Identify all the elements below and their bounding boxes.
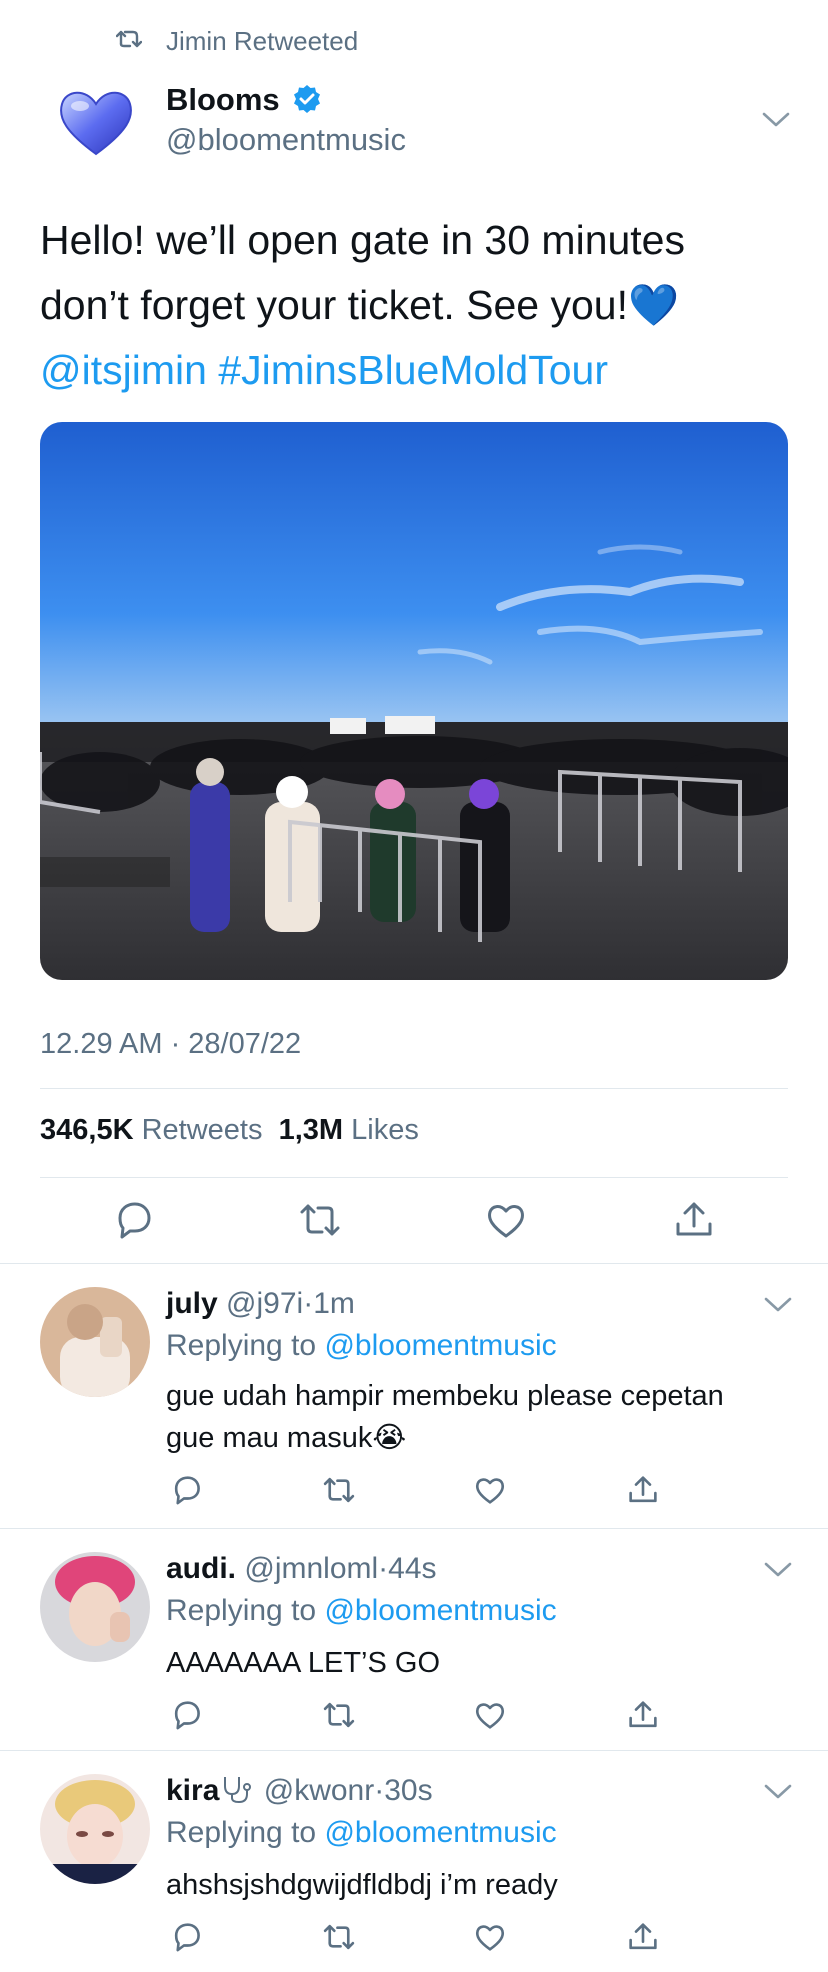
like-icon[interactable] xyxy=(473,1920,507,1954)
author-handle[interactable]: @bloomentmusic xyxy=(166,122,406,158)
reply-author-name: kira xyxy=(166,1774,220,1807)
reply-time: 44s xyxy=(388,1552,437,1585)
hashtag-link[interactable]: #JiminsBlueMoldTour xyxy=(218,347,608,393)
reply-tweet[interactable]: audi. @jmnloml·44s Replying to @blooment… xyxy=(0,1528,828,1750)
retweet-icon[interactable] xyxy=(298,1198,342,1242)
retweets-label: Retweets xyxy=(141,1114,263,1146)
stats-retweets[interactable]: 346,5K Retweets xyxy=(40,1114,262,1146)
divider xyxy=(40,1177,788,1178)
retweets-count: 346,5K xyxy=(40,1114,134,1146)
like-icon[interactable] xyxy=(473,1698,507,1732)
reply-author-handle: @kwonr xyxy=(263,1774,375,1807)
chevron-down-icon[interactable] xyxy=(762,112,790,128)
reply-text: gue udah hampir membeku please cepetan g… xyxy=(166,1380,724,1454)
reply-tweet[interactable]: july @j97i·1m Replying to @bloomentmusic… xyxy=(0,1263,828,1528)
retweet-icon[interactable] xyxy=(322,1920,356,1954)
reply-author-name: audi. xyxy=(166,1552,237,1585)
share-icon[interactable] xyxy=(672,1198,716,1242)
reply-icon[interactable] xyxy=(170,1473,204,1507)
share-icon[interactable] xyxy=(626,1698,660,1732)
share-icon[interactable] xyxy=(626,1473,660,1507)
replying-to-handle[interactable]: @bloomentmusic xyxy=(324,1816,556,1849)
replying-to-handle[interactable]: @bloomentmusic xyxy=(324,1329,556,1362)
retweet-icon[interactable] xyxy=(322,1473,356,1507)
separator-dot: · xyxy=(303,1287,314,1320)
tweet-text-line-2: don’t forget your ticket. See you! xyxy=(40,282,628,328)
replying-to: Replying to @bloomentmusic xyxy=(166,1816,557,1850)
tweet-text-line-1: Hello! we’ll open gate in 30 minutes xyxy=(40,217,685,263)
avatar[interactable] xyxy=(40,1774,150,1884)
avatar[interactable] xyxy=(40,1552,150,1662)
tweet-stats: 346,5K Retweets 1,3M Likes xyxy=(40,1114,419,1147)
author-name[interactable]: Blooms xyxy=(166,82,280,118)
reply-tweet[interactable]: kira @kwonr·30s Replying to @bloomentmus… xyxy=(0,1750,828,1972)
like-icon[interactable] xyxy=(473,1473,507,1507)
reply-author-line[interactable]: audi. @jmnloml·44s xyxy=(166,1552,437,1586)
replying-to-prefix: Replying to xyxy=(166,1594,317,1627)
reply-author-line[interactable]: july @j97i·1m xyxy=(166,1287,355,1321)
reply-author-handle: @j97i xyxy=(226,1287,304,1320)
reply-time: 30s xyxy=(384,1774,433,1807)
tweet-photo[interactable] xyxy=(40,422,788,980)
replying-to-handle[interactable]: @bloomentmusic xyxy=(324,1594,556,1627)
replying-to-prefix: Replying to xyxy=(166,1329,317,1362)
reply-time: 1m xyxy=(313,1287,355,1320)
avatar[interactable] xyxy=(40,1287,150,1397)
reply-icon[interactable] xyxy=(170,1920,204,1954)
divider xyxy=(40,1088,788,1089)
replying-to: Replying to @bloomentmusic xyxy=(166,1594,557,1628)
reply-icon[interactable] xyxy=(112,1198,156,1242)
stats-likes[interactable]: 1,3M Likes xyxy=(279,1114,419,1146)
replying-to: Replying to @bloomentmusic xyxy=(166,1329,557,1363)
verified-badge-icon xyxy=(294,85,320,113)
replying-to-prefix: Replying to xyxy=(166,1816,317,1849)
reply-icon[interactable] xyxy=(170,1698,204,1732)
author-avatar[interactable] xyxy=(56,82,136,162)
like-icon[interactable] xyxy=(484,1198,528,1242)
blue-heart-emoji: 💙 xyxy=(628,282,680,328)
mention-link[interactable]: @itsjimin xyxy=(40,347,207,393)
share-icon[interactable] xyxy=(626,1920,660,1954)
retweet-icon[interactable] xyxy=(322,1698,356,1732)
reply-text: AAAAAAA LET’S GO xyxy=(166,1647,440,1679)
reply-text: ahshsjshdgwijdfldbdj i’m ready xyxy=(166,1869,558,1901)
stethoscope-icon xyxy=(224,1777,252,1804)
retweet-icon xyxy=(116,30,142,48)
reply-author-handle: @jmnloml xyxy=(244,1552,379,1585)
tweet-timestamp[interactable]: 12.29 AM · 28/07/22 xyxy=(40,1028,301,1061)
separator-dot: · xyxy=(374,1774,385,1807)
chevron-down-icon[interactable] xyxy=(764,1784,792,1800)
separator-dot: · xyxy=(378,1552,389,1585)
tweet-text: Hello! we’ll open gate in 30 minutes don… xyxy=(40,208,800,403)
reply-author-name: july xyxy=(166,1287,218,1320)
reply-author-line[interactable]: kira @kwonr·30s xyxy=(166,1774,433,1808)
chevron-down-icon[interactable] xyxy=(764,1562,792,1578)
likes-label: Likes xyxy=(351,1114,419,1146)
likes-count: 1,3M xyxy=(278,1114,344,1146)
chevron-down-icon[interactable] xyxy=(764,1297,792,1313)
retweeted-by-label[interactable]: Jimin Retweeted xyxy=(166,26,358,57)
